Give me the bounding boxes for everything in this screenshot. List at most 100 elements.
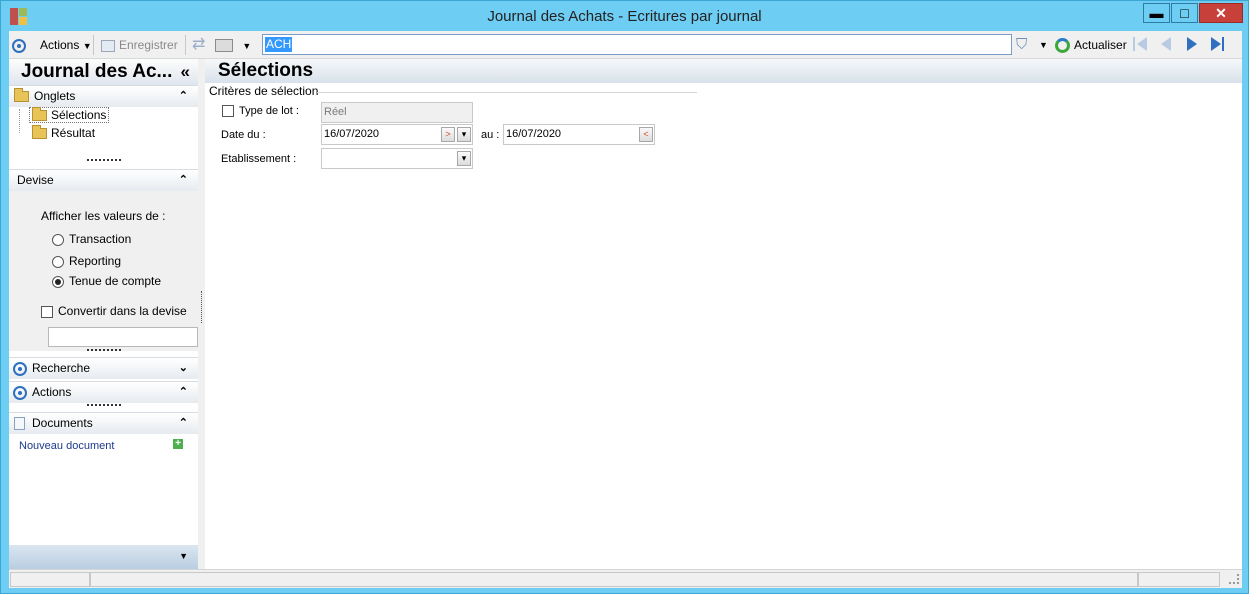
chevron-down-icon: ▼ <box>242 41 252 51</box>
date-du-value: 16/07/2020 <box>324 128 380 140</box>
save-label: Enregistrer <box>119 38 178 52</box>
search-input[interactable]: ACH <box>262 34 1012 55</box>
minimize-button[interactable]: ▬ <box>1143 3 1170 23</box>
devise-section-header[interactable]: Devise ⌃ <box>9 169 198 191</box>
print-icon <box>215 39 233 53</box>
chevron-down-icon[interactable]: ▼ <box>179 551 188 561</box>
toolbar-separator <box>93 35 94 55</box>
radio-button[interactable] <box>52 255 64 268</box>
criteria-group-label: Critères de sélection <box>209 84 319 98</box>
splitter-grip[interactable] <box>87 159 121 161</box>
radio-transaction[interactable]: Transaction <box>52 232 131 246</box>
tree-item-selections[interactable]: Sélections <box>29 107 110 123</box>
chevron-down-icon[interactable]: ▾ <box>457 127 471 142</box>
page-title: Sélections <box>205 59 1242 83</box>
actions-label: Actions <box>32 385 72 399</box>
convert-currency-checkbox[interactable]: Convertir dans la devise <box>41 304 187 318</box>
title-bar: Journal des Achats - Ecritures par journ… <box>1 1 1248 31</box>
resize-grip-icon[interactable] <box>1229 574 1239 584</box>
documents-section-header[interactable]: Documents ⌃ <box>9 412 198 434</box>
calendar-prev-icon[interactable]: < <box>639 127 653 142</box>
date-au-field[interactable]: 16/07/2020 < <box>503 124 655 145</box>
home-icon[interactable] <box>12 36 26 54</box>
chevron-down-icon[interactable]: ⌄ <box>179 358 188 379</box>
tree-item-resultat[interactable]: Résultat <box>29 125 98 142</box>
chevron-up-icon[interactable]: ⌃ <box>179 413 188 434</box>
type-lot-checkbox[interactable]: Type de lot : <box>222 105 299 118</box>
currency-select[interactable] <box>48 327 198 347</box>
collapse-pane-icon[interactable]: « <box>181 59 190 85</box>
chevron-down-icon[interactable]: ▾ <box>457 151 471 166</box>
filter-icon[interactable]: ⛉ <box>1016 36 1027 54</box>
splitter-grip[interactable] <box>87 404 121 406</box>
first-record-icon[interactable] <box>1133 37 1135 51</box>
radio-label: Tenue de compte <box>69 274 162 288</box>
recherche-label: Recherche <box>32 361 91 375</box>
toolbar-separator <box>185 35 186 55</box>
radio-label: Transaction <box>69 232 132 246</box>
documents-label: Documents <box>32 416 93 430</box>
refresh-icon <box>1055 38 1070 54</box>
maximize-button[interactable]: □ <box>1171 3 1198 23</box>
status-cell <box>90 572 1138 587</box>
window-title: Journal des Achats - Ecritures par journ… <box>487 8 762 25</box>
recherche-section-header[interactable]: Recherche ⌄ <box>9 357 198 379</box>
radio-button-selected[interactable] <box>52 275 64 288</box>
left-pane-title: Journal des Ac... « <box>9 59 198 85</box>
left-pane: Journal des Ac... « Onglets ⌃ Sélections… <box>9 59 202 588</box>
status-cell <box>10 572 90 587</box>
date-du-field[interactable]: 16/07/2020 > ▾ <box>321 124 473 145</box>
filter-dropdown-icon[interactable]: ▼ <box>1039 36 1048 54</box>
search-value: ACH <box>265 37 293 52</box>
add-document-icon[interactable]: + <box>173 439 183 449</box>
tree-item-label: Résultat <box>51 126 96 140</box>
devise-label: Devise <box>17 173 54 187</box>
devise-panel: Afficher les valeurs de : Transaction Re… <box>9 191 202 351</box>
chevron-up-icon[interactable]: ⌃ <box>179 382 188 403</box>
status-cell <box>1138 572 1220 587</box>
chevron-up-icon[interactable]: ⌃ <box>179 170 188 191</box>
new-document-link[interactable]: Nouveau document <box>19 440 114 452</box>
save-button[interactable]: Enregistrer <box>101 36 178 54</box>
print-button[interactable]: ▼ <box>215 36 251 54</box>
radio-tenue-de-compte[interactable]: Tenue de compte <box>52 274 161 288</box>
last-record-icon[interactable] <box>1211 37 1221 51</box>
onglets-label: Onglets <box>34 89 76 103</box>
document-icon <box>14 417 25 431</box>
client-area: Actions ▼ Enregistrer ⇄ ▼ ACH ⛉ ▼ Actual… <box>9 31 1242 588</box>
onglets-section-header[interactable]: Onglets ⌃ <box>9 85 198 107</box>
actions-icon <box>13 385 27 400</box>
tree-item-label: Sélections <box>51 108 107 122</box>
splitter-grip[interactable] <box>87 349 121 351</box>
first-record-arrow <box>1137 37 1147 51</box>
actions-menu-button[interactable]: Actions ▼ <box>40 36 92 54</box>
type-lot-label: Type de lot : <box>239 105 299 117</box>
close-button[interactable]: ✕ <box>1199 3 1243 23</box>
refresh-label: Actualiser <box>1074 38 1127 52</box>
open-folder-icon <box>32 107 47 122</box>
etablissement-select[interactable]: ▾ <box>321 148 473 169</box>
actions-menu-label: Actions <box>40 38 80 52</box>
left-pane-footer[interactable]: ▼ <box>9 545 198 569</box>
date-au-value: 16/07/2020 <box>506 128 562 140</box>
checkbox[interactable] <box>41 305 53 318</box>
radio-reporting[interactable]: Reporting <box>52 254 121 268</box>
next-record-icon[interactable] <box>1187 37 1197 51</box>
chevron-up-icon[interactable]: ⌃ <box>179 86 188 107</box>
checkbox[interactable] <box>222 105 234 118</box>
folder-icon <box>14 88 29 103</box>
actions-section-header[interactable]: Actions ⌃ <box>9 381 198 403</box>
sync-icon[interactable]: ⇄ <box>192 36 205 54</box>
calendar-next-icon[interactable]: > <box>441 127 455 142</box>
radio-button[interactable] <box>52 233 64 246</box>
recherche-icon <box>13 361 27 376</box>
previous-record-icon[interactable] <box>1161 37 1171 51</box>
au-label: au : <box>481 129 500 141</box>
last-record-bar <box>1222 37 1224 51</box>
devise-prompt: Afficher les valeurs de : <box>41 209 166 223</box>
main-content: Sélections Critères de sélection Type de… <box>205 59 1242 569</box>
criteria-group-line <box>317 92 697 93</box>
tree-line <box>19 109 20 133</box>
refresh-button[interactable]: Actualiser <box>1055 36 1127 54</box>
panel-divider <box>201 291 202 323</box>
